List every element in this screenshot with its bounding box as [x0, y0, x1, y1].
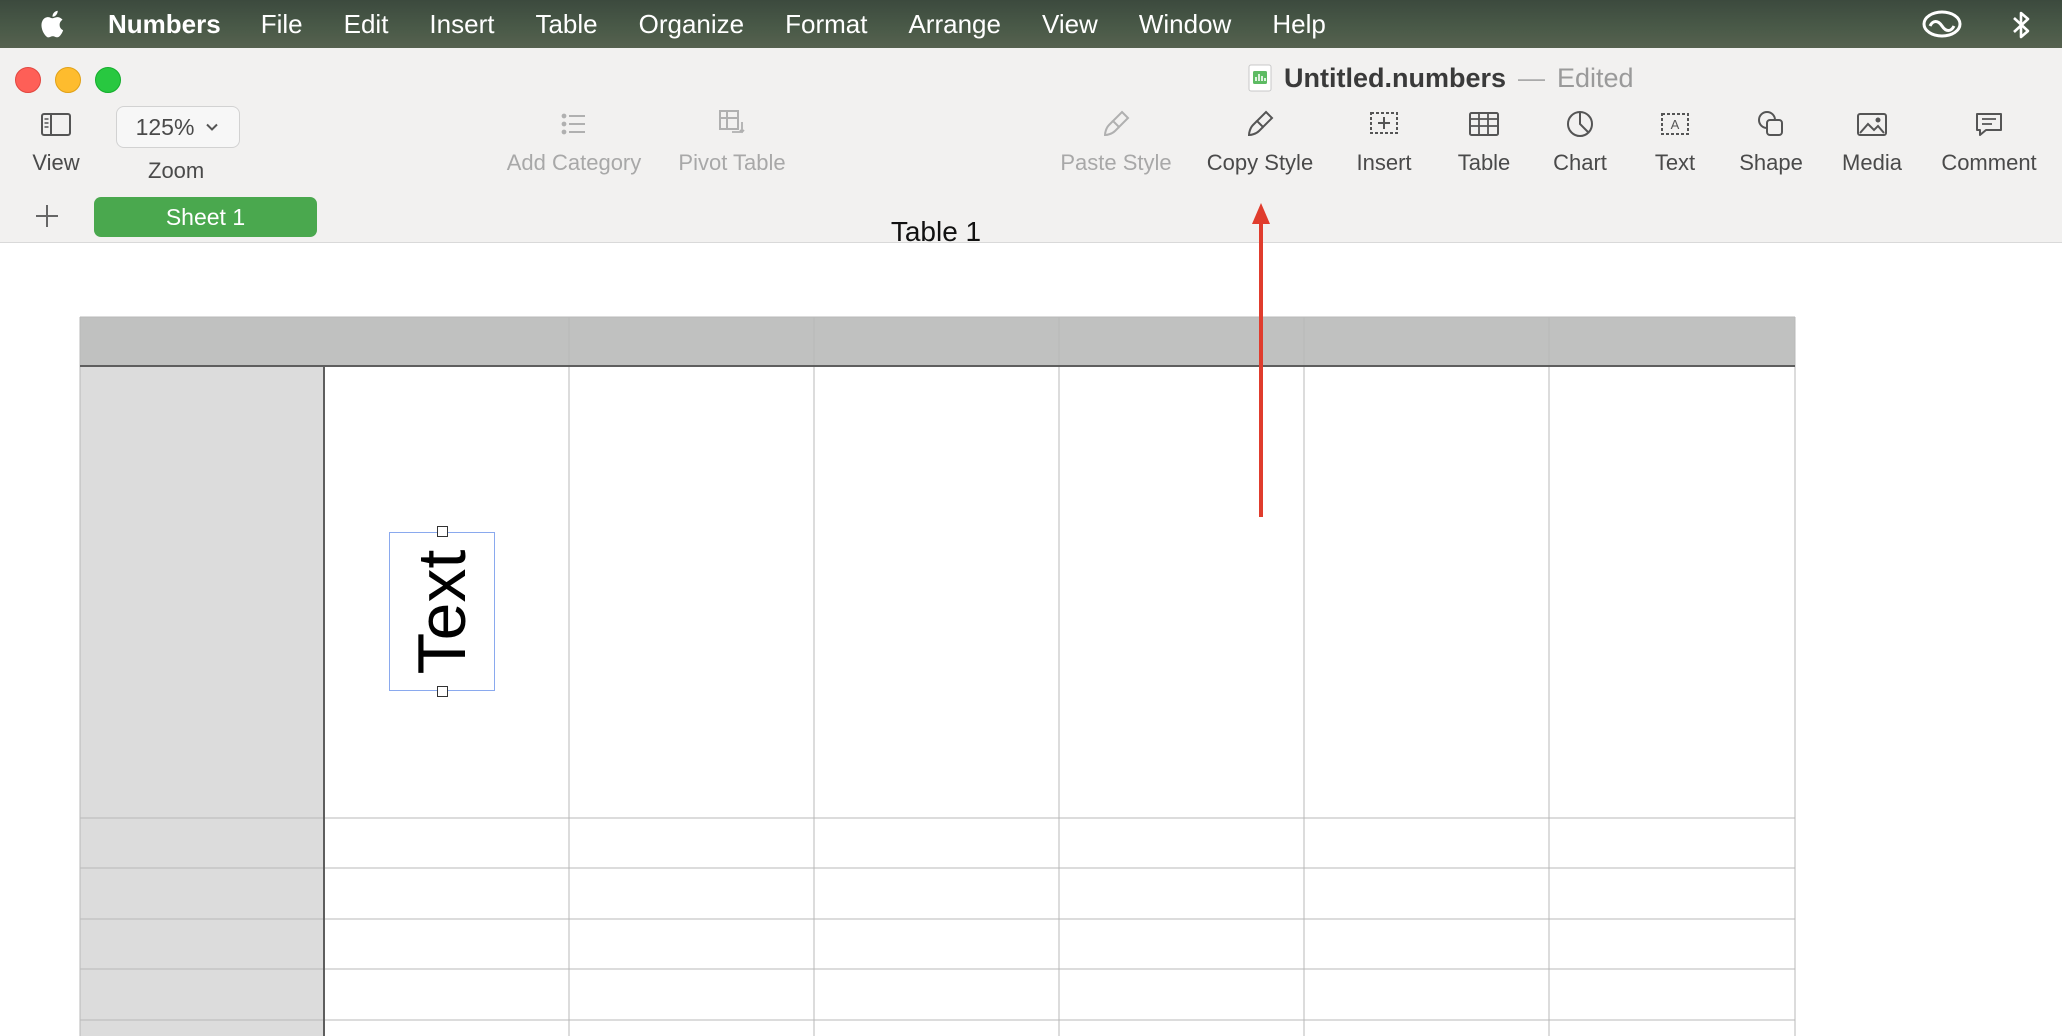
table-grid[interactable] [0, 0, 2062, 1036]
rotated-text-box[interactable]: Text [389, 532, 495, 691]
text-box-content[interactable]: Text [403, 549, 481, 674]
header-column[interactable] [80, 366, 324, 1036]
resize-handle-bottom[interactable] [437, 686, 448, 697]
header-row[interactable] [80, 317, 1795, 366]
resize-handle-top[interactable] [437, 526, 448, 537]
